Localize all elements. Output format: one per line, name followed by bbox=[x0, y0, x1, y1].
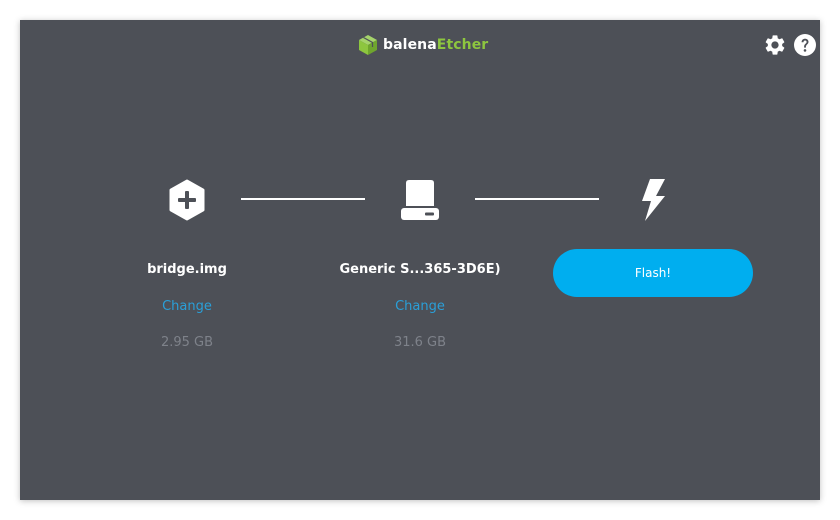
logo-text-etcher: Etcher bbox=[436, 37, 489, 53]
connector-line-2 bbox=[475, 198, 599, 200]
app-name: balenaEtcher bbox=[383, 37, 488, 53]
cube-logo-icon bbox=[358, 34, 378, 56]
drive-icon bbox=[396, 176, 444, 224]
question-icon bbox=[793, 33, 817, 57]
connector-line-1 bbox=[241, 198, 365, 200]
select-image-step-icon bbox=[163, 176, 211, 224]
drive-name: Generic S...365-3D6E) bbox=[339, 262, 501, 277]
change-image-link[interactable]: Change bbox=[87, 299, 287, 314]
plus-hexagon-icon bbox=[163, 176, 211, 224]
drive-size: 31.6 GB bbox=[393, 335, 447, 350]
help-button[interactable] bbox=[793, 33, 817, 57]
image-size: 2.95 GB bbox=[160, 335, 214, 350]
select-drive-step-icon bbox=[396, 176, 444, 224]
image-name: bridge.img bbox=[147, 262, 227, 277]
logo-text-balena: balena bbox=[383, 37, 437, 53]
settings-button[interactable] bbox=[763, 33, 787, 57]
etcher-window: balenaEtcher bridge.img Change 2.95 GB G… bbox=[20, 20, 820, 500]
gear-icon bbox=[763, 33, 787, 57]
flash-button[interactable]: Flash! bbox=[553, 249, 753, 297]
lightning-icon bbox=[629, 176, 677, 224]
change-drive-link[interactable]: Change bbox=[320, 299, 520, 314]
app-logo: balenaEtcher bbox=[358, 33, 488, 57]
flash-step-icon bbox=[629, 176, 677, 224]
